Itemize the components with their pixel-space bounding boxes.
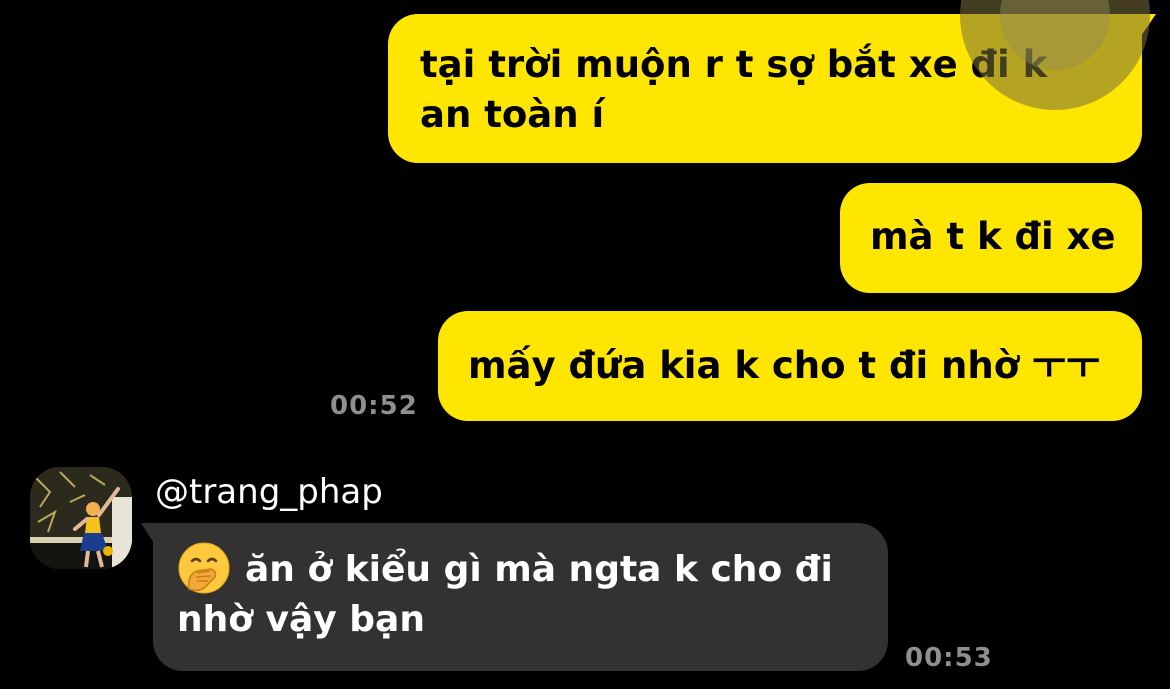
face-with-hand-over-mouth-icon xyxy=(178,542,230,594)
incoming-message[interactable]: ăn ở kiểu gì mà ngta k cho đi nhờ vậy bạ… xyxy=(141,523,888,671)
message-text: tại trời muộn r t sợ bắt xe đi k an toàn… xyxy=(420,43,1048,136)
message-text: mà t k đi xe xyxy=(870,215,1116,258)
chat-thread: tại trời muộn r t sợ bắt xe đi k an toàn… xyxy=(0,0,1170,689)
message-timestamp: 00:53 xyxy=(905,643,993,673)
outgoing-message[interactable]: mấy đứa kia k cho t đi nhờ ㅜㅜ xyxy=(438,311,1142,421)
message-text: mấy đứa kia k cho t đi nhờ ㅜㅜ xyxy=(468,344,1101,387)
sender-username[interactable]: @trang_phap xyxy=(155,472,383,512)
bubble-tail xyxy=(141,523,171,551)
avatar[interactable] xyxy=(30,467,132,569)
message-timestamp: 00:52 xyxy=(330,391,418,421)
outgoing-message[interactable]: mà t k đi xe xyxy=(840,183,1142,293)
message-text: ăn ở kiểu gì mà ngta k cho đi nhờ vậy bạ… xyxy=(177,549,833,640)
avatar-photo xyxy=(30,467,132,569)
